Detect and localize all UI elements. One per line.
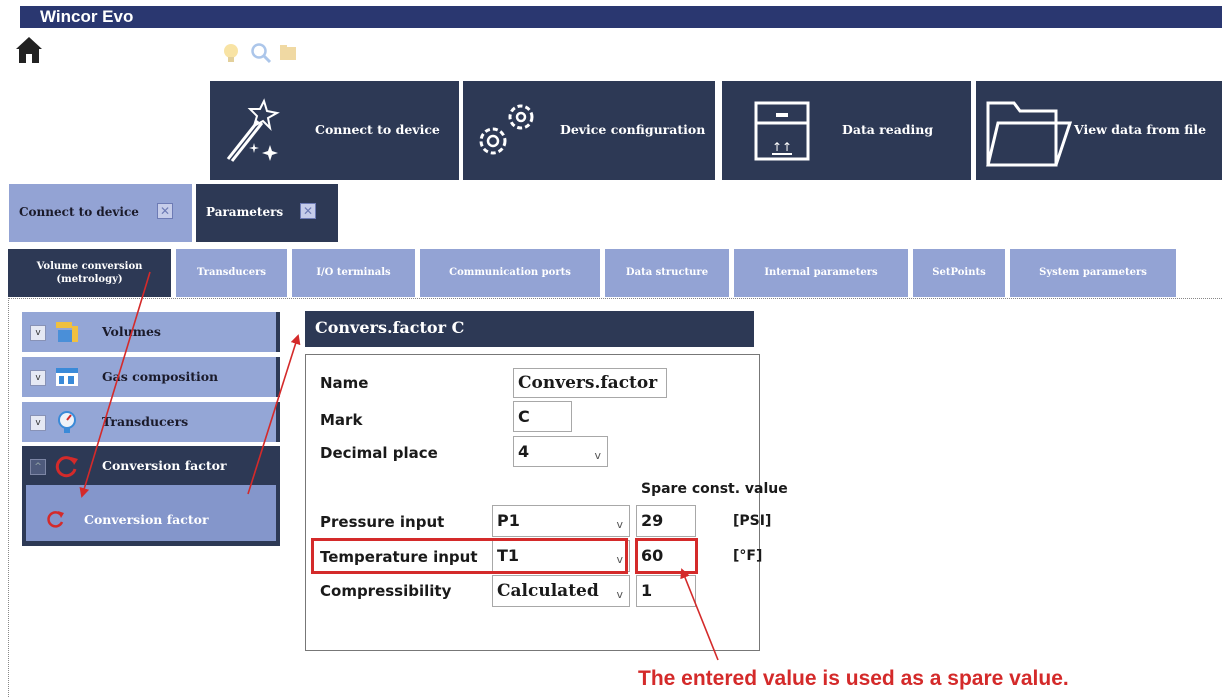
close-icon[interactable]: ✕ [157, 203, 173, 219]
sidebar-item-label: Conversion factor [102, 458, 227, 473]
mark-input[interactable]: C [513, 401, 572, 432]
sidebar-item-transducers[interactable]: v Transducers [22, 402, 280, 442]
chevron-down-icon[interactable]: v [30, 415, 46, 431]
tab-data-structure[interactable]: Data structure [605, 249, 729, 297]
folder-icon[interactable] [278, 42, 300, 64]
connect-to-device-label: Connect to device [315, 122, 440, 137]
chevron-down-icon: v [594, 449, 601, 462]
svg-text:↑↑: ↑↑ [772, 140, 792, 154]
view-folder-icon [986, 101, 1073, 167]
annotation-text: The entered value is used as a spare val… [638, 667, 1069, 690]
tab-volume-conversion[interactable]: Volume conversion (metrology) [8, 249, 171, 297]
compressibility-label: Compressibility [320, 582, 452, 600]
chevron-down-icon[interactable]: v [30, 325, 46, 341]
mark-label: Mark [320, 411, 363, 429]
sidebar-subitem-label: Conversion factor [84, 512, 209, 527]
pressure-input-value: P1 [497, 511, 520, 530]
sidebar-subitem-bg: Conversion factor [26, 485, 276, 541]
tab-internal-parameters[interactable]: Internal parameters [734, 249, 908, 297]
temperature-unit: [°F] [733, 548, 763, 564]
table-icon [56, 368, 78, 386]
title-bar: Wincor Evo [20, 6, 1222, 28]
decimal-place-label: Decimal place [320, 444, 438, 462]
compressibility-spare-input[interactable]: 1 [636, 575, 696, 607]
pressure-unit: [PSI] [733, 513, 772, 529]
volumes-icon [56, 322, 78, 342]
panel-title: Convers.factor C [315, 318, 465, 337]
tab-connect-label: Connect to device [19, 205, 139, 219]
lightbulb-icon[interactable] [220, 42, 242, 64]
chevron-down-icon: v [616, 518, 623, 531]
data-reading-label: Data reading [842, 122, 934, 137]
home-icon[interactable] [14, 35, 44, 65]
panel-header: Convers.factor C [305, 311, 754, 347]
pressure-input-label: Pressure input [320, 513, 445, 531]
tab-connect-to-device[interactable]: Connect to device ✕ [9, 184, 192, 242]
tab-communication-ports[interactable]: Communication ports [420, 249, 600, 297]
zoom-icon[interactable] [250, 42, 272, 64]
app-title: Wincor Evo [40, 7, 134, 26]
temperature-spare-highlight [635, 538, 698, 574]
tab-system-parameters[interactable]: System parameters [1010, 249, 1176, 297]
connect-to-device-button[interactable]: Connect to device [210, 81, 459, 180]
refresh-icon [55, 456, 78, 478]
compressibility-select[interactable]: Calculated v [492, 575, 630, 607]
sidebar-item-conversion-factor[interactable]: ^ Conversion factor [22, 446, 280, 488]
name-label: Name [320, 374, 369, 392]
device-configuration-button[interactable]: Device configuration [463, 81, 715, 180]
sidebar-item-gas-composition[interactable]: v Gas composition [22, 357, 280, 397]
spare-header: Spare const. value [641, 481, 788, 497]
gauge-icon [58, 411, 76, 433]
device-configuration-label: Device configuration [560, 122, 706, 137]
tab-volume-conversion-line2: (metrology) [56, 274, 123, 285]
view-data-from-file-button[interactable]: View data from file [976, 81, 1222, 180]
content-frame [8, 298, 9, 697]
chevron-down-icon: v [616, 588, 623, 601]
compressibility-value: Calculated [497, 581, 599, 601]
pressure-spare-input[interactable]: 29 [636, 505, 696, 537]
decimal-place-value: 4 [518, 442, 530, 461]
sidebar-item-label: Transducers [102, 414, 189, 429]
tab-setpoints[interactable]: SetPoints [913, 249, 1005, 297]
magic-wand-icon [226, 98, 280, 162]
view-data-from-file-label: View data from file [1074, 122, 1207, 137]
close-icon[interactable]: ✕ [300, 203, 316, 219]
decimal-place-select[interactable]: 4 v [513, 436, 608, 467]
data-reading-button[interactable]: ↑↑ Data reading [722, 81, 971, 180]
tab-parameters-label: Parameters [206, 205, 284, 219]
chevron-up-icon[interactable]: ^ [30, 459, 46, 475]
sidebar-subitem-conversion-factor[interactable]: Conversion factor [22, 483, 280, 546]
pressure-input-select[interactable]: P1 v [492, 505, 630, 537]
tab-parameters[interactable]: Parameters ✕ [196, 184, 338, 242]
refresh-icon [47, 511, 64, 528]
tab-volume-conversion-line1: Volume conversion [36, 261, 143, 272]
sidebar-item-volumes[interactable]: v Volumes [22, 312, 280, 352]
sidebar-item-label: Gas composition [102, 369, 219, 384]
temperature-row-highlight [311, 538, 628, 574]
tab-io-terminals[interactable]: I/O terminals [292, 249, 415, 297]
tab-transducers[interactable]: Transducers [176, 249, 287, 297]
name-input[interactable]: Convers.factor [513, 368, 667, 398]
box-icon: ↑↑ [754, 101, 810, 161]
sidebar-item-label: Volumes [102, 324, 161, 339]
chevron-down-icon[interactable]: v [30, 370, 46, 386]
gears-icon [479, 104, 534, 155]
